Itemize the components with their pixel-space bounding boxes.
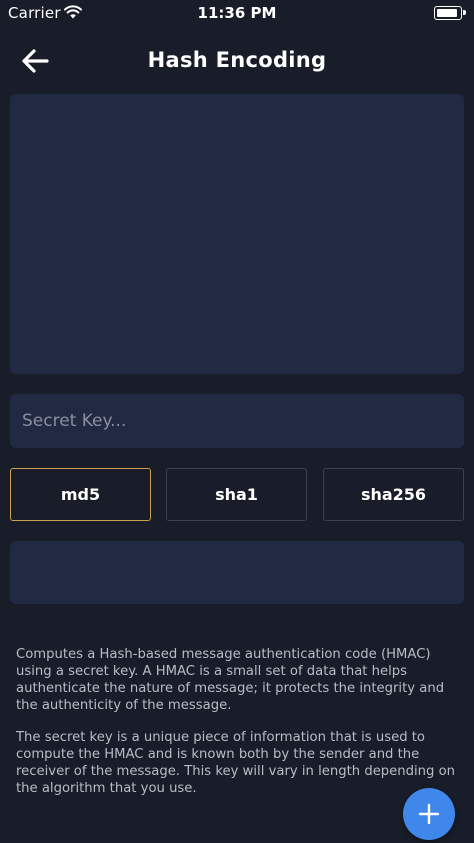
sha1-button-label: sha1 [215, 485, 258, 504]
hash-encoding-screen: Carrier 11:36 PM Hash Encoding md5 sha1 … [0, 0, 474, 843]
md5-button-label: md5 [60, 485, 101, 504]
plus-icon [418, 803, 440, 825]
description: Computes a Hash-based message authentica… [16, 646, 461, 812]
sha1-button[interactable]: sha1 [166, 468, 307, 521]
battery-icon [434, 6, 466, 20]
status-bar: Carrier 11:36 PM [0, 0, 474, 28]
sha256-button[interactable]: sha256 [323, 468, 464, 521]
message-input[interactable] [10, 94, 464, 374]
add-button[interactable] [403, 788, 455, 840]
page-title: Hash Encoding [147, 48, 327, 72]
description-paragraph: Computes a Hash-based message authentica… [16, 647, 445, 713]
secret-key-input[interactable] [10, 394, 464, 448]
sha256-button-label: sha256 [360, 485, 427, 504]
clock: 11:36 PM [197, 4, 277, 22]
description-paragraph: The secret key is a unique piece of info… [16, 730, 456, 796]
hash-output[interactable] [10, 541, 464, 604]
nav-bar: Hash Encoding [0, 28, 474, 94]
md5-button[interactable]: md5 [10, 468, 151, 521]
